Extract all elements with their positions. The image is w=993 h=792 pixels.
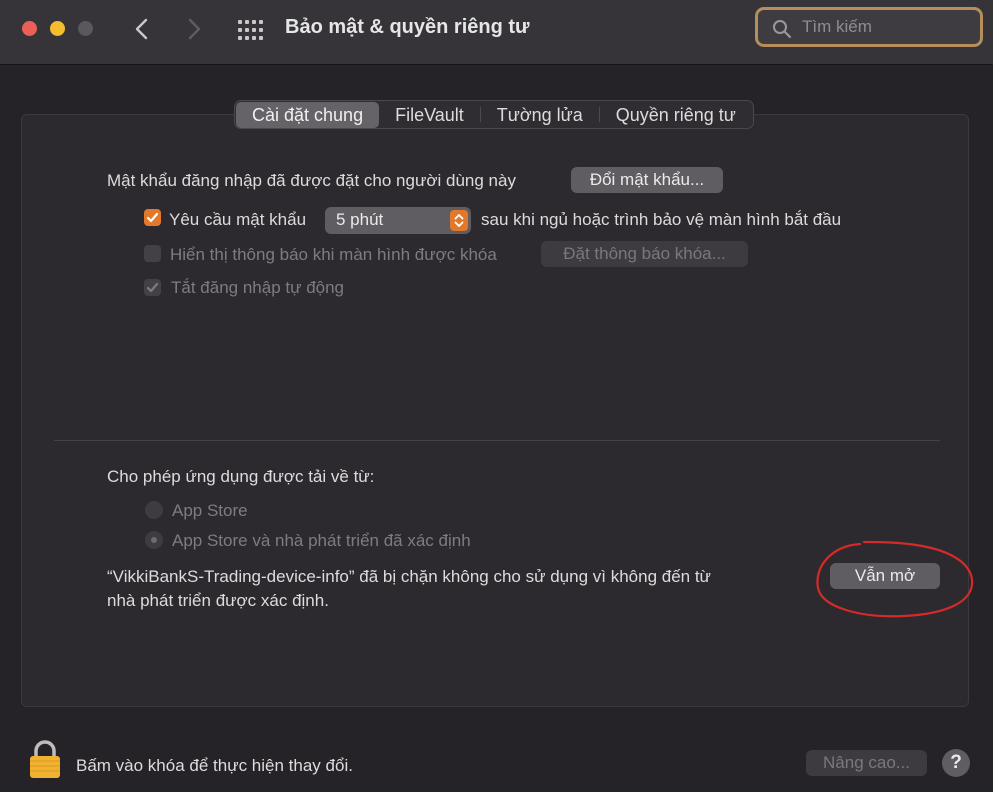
forward-button[interactable] [180, 14, 208, 44]
help-icon[interactable]: ? [942, 749, 970, 777]
change-password-button[interactable]: Đổi mật khẩu... [571, 167, 723, 193]
tab-privacy[interactable]: Quyền riêng tư [600, 102, 752, 128]
blocked-app-message: “VikkiBankS-Trading-device-info” đã bị c… [107, 567, 711, 586]
require-password-label: Yêu cầu mật khẩu [169, 210, 307, 229]
tab-general[interactable]: Cài đặt chung [236, 102, 380, 128]
close-window-button[interactable] [22, 21, 37, 36]
lock-hint-text: Bấm vào khóa để thực hiện thay đổi. [76, 756, 353, 775]
password-delay-value: 5 phút [336, 210, 384, 229]
radio-app-store-label: App Store [172, 501, 248, 520]
show-message-label: Hiển thị thông báo khi màn hình được khó… [170, 245, 497, 264]
settings-panel [21, 114, 969, 707]
checkmark-icon [146, 212, 159, 223]
show-all-button[interactable] [236, 18, 264, 42]
checkmark-icon [146, 282, 159, 293]
search-field[interactable] [755, 7, 983, 47]
disable-auto-login-label: Tắt đăng nhập tự động [171, 278, 345, 297]
search-icon [773, 20, 792, 39]
require-password-suffix: sau khi ngủ hoặc trình bảo vệ màn hình b… [481, 210, 842, 229]
window-title: Bảo mật & quyền riêng tư [285, 16, 530, 38]
set-lock-message-button[interactable]: Đặt thông báo khóa... [541, 241, 748, 267]
disable-auto-login-checkbox[interactable] [144, 279, 161, 296]
back-button[interactable] [128, 14, 156, 44]
chevron-left-icon [135, 18, 148, 40]
chevron-right-icon [188, 18, 201, 40]
show-message-checkbox[interactable] [144, 245, 161, 262]
stepper-arrows-icon [450, 210, 468, 231]
advanced-button[interactable]: Nâng cao... [806, 750, 927, 776]
toolbar: Bảo mật & quyền riêng tư [0, 0, 993, 65]
radio-selected-dot [151, 537, 157, 543]
lock-icon [30, 740, 60, 778]
tab-bar: Cài đặt chung FileVault Tường lửa Quyền … [234, 100, 754, 129]
radio-app-store-identified[interactable] [145, 531, 163, 549]
tab-filevault[interactable]: FileVault [379, 102, 480, 128]
section-divider [54, 440, 940, 441]
zoom-window-button[interactable] [78, 21, 93, 36]
search-input[interactable] [802, 15, 972, 39]
require-password-checkbox[interactable] [144, 209, 161, 226]
allow-apps-heading: Cho phép ứng dụng được tải về từ: [107, 467, 375, 486]
grid-icon [238, 20, 263, 40]
password-status-text: Mật khẩu đăng nhập đã được đặt cho người… [107, 171, 516, 190]
password-delay-popup[interactable]: 5 phút [325, 207, 471, 234]
minimize-window-button[interactable] [50, 21, 65, 36]
radio-app-store-identified-label: App Store và nhà phát triển đã xác định [172, 531, 471, 550]
radio-app-store[interactable] [145, 501, 163, 519]
lock-button[interactable] [27, 740, 63, 780]
open-anyway-button[interactable]: Vẫn mở [830, 563, 940, 589]
blocked-app-message-line2: nhà phát triển được xác định. [107, 591, 329, 610]
tab-firewall[interactable]: Tường lửa [481, 102, 599, 128]
